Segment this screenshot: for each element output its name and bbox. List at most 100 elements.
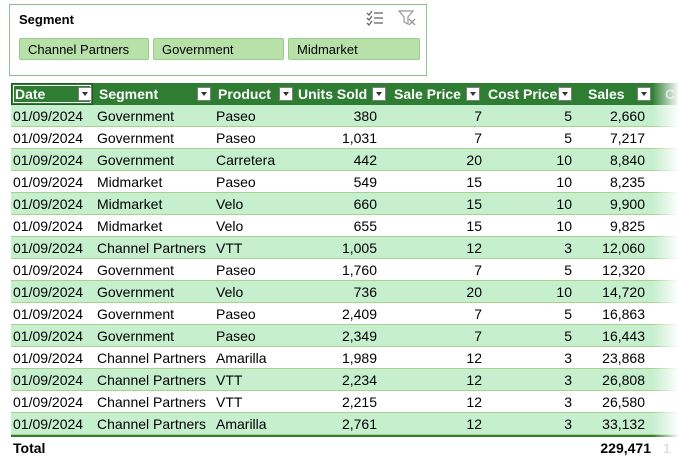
date-cell[interactable]: 01/09/2024 [13, 303, 95, 325]
segment-cell[interactable]: Midmarket [97, 193, 215, 215]
product-cell[interactable]: Paseo [216, 325, 296, 347]
cost-price-cell[interactable]: 5 [486, 303, 572, 325]
cost-price-cell[interactable]: 10 [486, 281, 572, 303]
units-sold-cell[interactable]: 2,409 [296, 303, 377, 325]
product-cell[interactable]: Velo [216, 215, 296, 237]
units-sold-cell[interactable]: 1,760 [296, 259, 377, 281]
date-cell[interactable]: 01/09/2024 [13, 237, 95, 259]
cost-price-cell[interactable]: 10 [486, 171, 572, 193]
segment-cell[interactable]: Channel Partners [97, 391, 215, 413]
date-cell[interactable]: 01/09/2024 [13, 413, 95, 435]
date-cell[interactable]: 01/09/2024 [13, 281, 95, 303]
sale-price-cell[interactable]: 12 [392, 237, 482, 259]
sales-cell[interactable]: 12,060 [586, 237, 645, 259]
sale-price-cell[interactable]: 15 [392, 215, 482, 237]
units-sold-cell[interactable]: 1,989 [296, 347, 377, 369]
units-sold-cell[interactable]: 2,761 [296, 413, 377, 435]
date-cell[interactable]: 01/09/2024 [13, 105, 95, 127]
filter-dropdown-segment[interactable] [197, 87, 211, 101]
product-cell[interactable]: Amarilla [216, 413, 296, 435]
segment-cell[interactable]: Channel Partners [97, 369, 215, 391]
segment-cell[interactable]: Government [97, 281, 215, 303]
filter-dropdown-sale-price[interactable] [466, 87, 480, 101]
sale-price-cell[interactable]: 7 [392, 259, 482, 281]
units-sold-cell[interactable]: 380 [296, 105, 377, 127]
segment-cell[interactable]: Channel Partners [97, 237, 215, 259]
cost-price-cell[interactable]: 5 [486, 259, 572, 281]
sale-price-cell[interactable]: 7 [392, 303, 482, 325]
date-cell[interactable]: 01/09/2024 [13, 325, 95, 347]
units-sold-cell[interactable]: 442 [296, 149, 377, 171]
date-cell[interactable]: 01/09/2024 [13, 127, 95, 149]
units-sold-cell[interactable]: 660 [296, 193, 377, 215]
total-sales[interactable]: 229,471 [566, 437, 651, 459]
column-header-partial[interactable]: C [663, 83, 678, 105]
sales-cell[interactable]: 9,825 [586, 215, 645, 237]
cost-price-cell[interactable]: 3 [486, 391, 572, 413]
sale-price-cell[interactable]: 15 [392, 171, 482, 193]
filter-dropdown-sales[interactable] [637, 87, 651, 101]
product-cell[interactable]: Velo [216, 193, 296, 215]
product-cell[interactable]: Paseo [216, 171, 296, 193]
sale-price-cell[interactable]: 12 [392, 391, 482, 413]
multi-select-icon[interactable] [366, 10, 384, 26]
date-cell[interactable]: 01/09/2024 [13, 171, 95, 193]
segment-cell[interactable]: Midmarket [97, 215, 215, 237]
sales-cell[interactable]: 16,443 [586, 325, 645, 347]
date-cell[interactable]: 01/09/2024 [13, 369, 95, 391]
column-header-units-sold[interactable]: Units Sold [296, 83, 379, 105]
sales-cell[interactable]: 7,217 [586, 127, 645, 149]
units-sold-cell[interactable]: 1,005 [296, 237, 377, 259]
product-cell[interactable]: VTT [216, 369, 296, 391]
date-cell[interactable]: 01/09/2024 [13, 347, 95, 369]
sale-price-cell[interactable]: 20 [392, 281, 482, 303]
sale-price-cell[interactable]: 7 [392, 105, 482, 127]
sales-cell[interactable]: 12,320 [586, 259, 645, 281]
sales-cell[interactable]: 16,863 [586, 303, 645, 325]
segment-cell[interactable]: Midmarket [97, 171, 215, 193]
date-cell[interactable]: 01/09/2024 [13, 193, 95, 215]
units-sold-cell[interactable]: 549 [296, 171, 377, 193]
units-sold-cell[interactable]: 2,349 [296, 325, 377, 347]
units-sold-cell[interactable]: 1,031 [296, 127, 377, 149]
units-sold-cell[interactable]: 2,215 [296, 391, 377, 413]
total-label[interactable]: Total [13, 437, 95, 459]
sales-cell[interactable]: 33,132 [586, 413, 645, 435]
product-cell[interactable]: Paseo [216, 105, 296, 127]
filter-dropdown-date[interactable] [78, 87, 92, 101]
cost-price-cell[interactable]: 3 [486, 237, 572, 259]
sales-cell[interactable]: 26,580 [586, 391, 645, 413]
total-partial[interactable]: 1 [663, 437, 678, 459]
cost-price-cell[interactable]: 5 [486, 325, 572, 347]
sales-cell[interactable]: 23,868 [586, 347, 645, 369]
cost-price-cell[interactable]: 3 [486, 413, 572, 435]
segment-cell[interactable]: Government [97, 259, 215, 281]
sale-price-cell[interactable]: 12 [392, 347, 482, 369]
slicer-button-midmarket[interactable]: Midmarket [288, 38, 420, 60]
units-sold-cell[interactable]: 736 [296, 281, 377, 303]
cost-price-cell[interactable]: 10 [486, 193, 572, 215]
cost-price-cell[interactable]: 10 [486, 215, 572, 237]
sale-price-cell[interactable]: 15 [392, 193, 482, 215]
slicer-button-channel-partners[interactable]: Channel Partners [19, 38, 149, 60]
filter-dropdown-cost-price[interactable] [558, 87, 572, 101]
sale-price-cell[interactable]: 20 [392, 149, 482, 171]
sale-price-cell[interactable]: 12 [392, 413, 482, 435]
segment-cell[interactable]: Channel Partners [97, 347, 215, 369]
cost-price-cell[interactable]: 10 [486, 149, 572, 171]
sales-cell[interactable]: 9,900 [586, 193, 645, 215]
date-cell[interactable]: 01/09/2024 [13, 149, 95, 171]
sales-cell[interactable]: 8,235 [586, 171, 645, 193]
cost-price-cell[interactable]: 5 [486, 105, 572, 127]
sale-price-cell[interactable]: 12 [392, 369, 482, 391]
date-cell[interactable]: 01/09/2024 [13, 391, 95, 413]
slicer-button-government[interactable]: Government [153, 38, 284, 60]
sales-cell[interactable]: 2,660 [586, 105, 645, 127]
filter-dropdown-units-sold[interactable] [372, 87, 386, 101]
segment-cell[interactable]: Channel Partners [97, 413, 215, 435]
clear-filter-icon[interactable] [398, 10, 416, 26]
product-cell[interactable]: VTT [216, 391, 296, 413]
product-cell[interactable]: Amarilla [216, 347, 296, 369]
segment-cell[interactable]: Government [97, 127, 215, 149]
segment-cell[interactable]: Government [97, 325, 215, 347]
